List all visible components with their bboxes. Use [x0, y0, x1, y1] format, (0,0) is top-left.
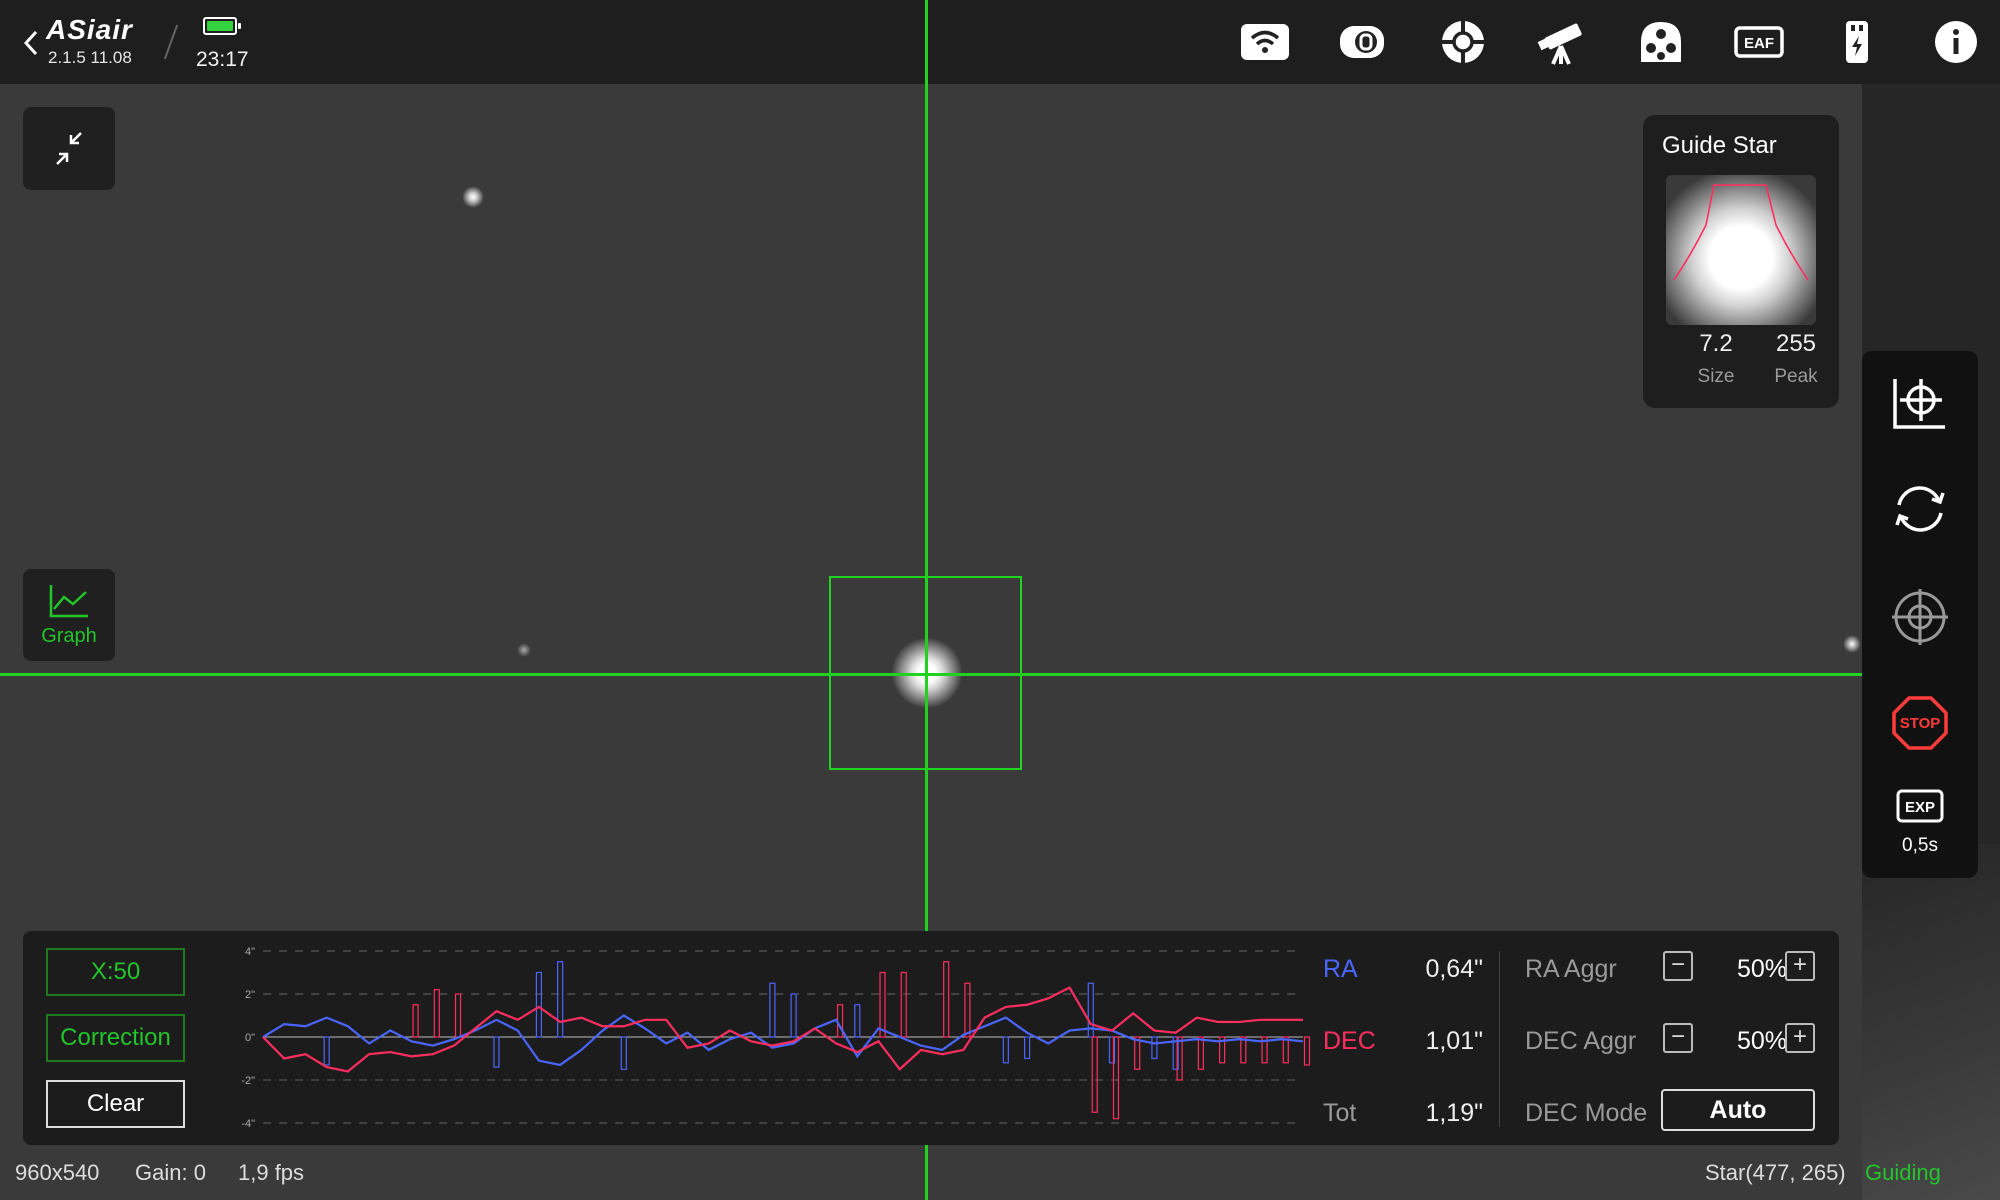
guide-graph-panel: X:50 Correction Clear 4" 2" 0" -2" -4" RA 0,…: [23, 931, 1839, 1145]
guide-star-panel: Guide Star 7.2 255 Size Peak: [1643, 115, 1839, 408]
graph-button[interactable]: Graph: [23, 569, 115, 661]
dec-correction-bar: [454, 993, 462, 1038]
focuser-icon[interactable]: EAF: [1733, 16, 1785, 68]
stop-label: STOP: [1900, 715, 1941, 732]
star-peak-value: 255: [1775, 330, 1817, 357]
gain-readout: Gain: 0: [135, 1160, 206, 1185]
ra-line: [262, 1014, 1304, 1067]
divider: [1499, 951, 1500, 1127]
telescope-icon[interactable]: [1535, 16, 1587, 68]
stop-icon[interactable]: STOP: [1890, 693, 1950, 753]
loop-icon[interactable]: [1890, 479, 1950, 539]
top-bar: ASiair 2.1.5 11.08 23:17 EAF: [0, 0, 2000, 84]
dec-line: [262, 986, 1303, 1073]
resolution-readout: 960x540: [15, 1160, 100, 1185]
total-label: Tot: [1323, 1099, 1357, 1127]
guide-star-image: [1666, 175, 1816, 325]
dec-value: 1,01": [1425, 1027, 1483, 1055]
dec-label: DEC: [1323, 1027, 1376, 1055]
storage-icon[interactable]: [1831, 16, 1883, 68]
ra-aggr-label: RA Aggr: [1525, 955, 1617, 983]
clear-button[interactable]: Clear: [46, 1080, 185, 1128]
dec-correction-bar: [879, 971, 886, 1038]
star: [462, 186, 484, 208]
dec-correction-bar: [1303, 1036, 1311, 1066]
ra-label: RA: [1323, 955, 1358, 983]
dec-correction-bar: [1134, 1036, 1141, 1070]
ra-correction-bar: [769, 982, 776, 1038]
dec-correction-bar: [964, 982, 971, 1038]
star-peak-label: Peak: [1774, 366, 1818, 387]
guide-graph: 4" 2" 0" -2" -4": [241, 946, 1311, 1130]
dec-mode-select[interactable]: Auto: [1661, 1089, 1815, 1131]
wifi-icon[interactable]: [1239, 16, 1291, 68]
dec-aggr-decrease-button[interactable]: −: [1663, 1023, 1693, 1053]
shrink-view-button[interactable]: [23, 107, 115, 190]
y-tick-label: 0": [245, 1032, 255, 1044]
ra-aggr-decrease-button[interactable]: −: [1663, 951, 1693, 981]
dec-aggr-increase-button[interactable]: +: [1785, 1023, 1815, 1053]
ra-correction-bar: [557, 961, 564, 1038]
exposure-value[interactable]: 0,5s: [1862, 835, 1978, 857]
star-size-value: 7.2: [1699, 330, 1733, 357]
ra-correction-bar: [323, 1036, 330, 1066]
info-icon[interactable]: [1930, 16, 1982, 68]
star: [517, 643, 531, 657]
graph-label: Graph: [41, 624, 97, 647]
dec-mode-label: DEC Mode: [1525, 1099, 1648, 1127]
dec-correction-bar: [1240, 1036, 1247, 1064]
ra-correction-bar: [1151, 1036, 1158, 1060]
correction-toggle[interactable]: Correction: [46, 1014, 185, 1062]
ra-correction-bar: [620, 1036, 627, 1070]
dec-correction-bar: [1282, 1036, 1289, 1064]
divider: [163, 24, 179, 60]
y-tick-label: -2": [241, 1075, 255, 1087]
star-position-readout: Star(477, 265): [1705, 1160, 1846, 1185]
back-icon[interactable]: [18, 26, 46, 60]
ra-correction-bar: [854, 1004, 861, 1038]
clock: 23:17: [196, 48, 249, 71]
ra-correction-bar: [1023, 1036, 1031, 1060]
y-tick-label: -4": [241, 1118, 255, 1130]
select-star-icon[interactable]: [1890, 373, 1950, 433]
ra-correction-bar: [790, 993, 797, 1038]
dec-correction-bar: [412, 1004, 419, 1038]
exposure-icon[interactable]: EXP: [1890, 783, 1950, 843]
dec-correction-bar: [1091, 1036, 1098, 1113]
dec-correction-bar: [943, 961, 950, 1038]
exposure-label: EXP: [1905, 799, 1935, 816]
camera-icon[interactable]: [1336, 16, 1388, 68]
app-logo: ASiair: [46, 14, 133, 45]
graph-icon: [49, 584, 88, 617]
dec-correction-bar: [900, 971, 907, 1038]
star: [1843, 635, 1861, 653]
battery-icon: [203, 17, 241, 35]
ra-correction-bar: [493, 1036, 500, 1068]
calibrate-target-icon[interactable]: [1890, 587, 1950, 647]
guide-camera-icon[interactable]: [1437, 16, 1489, 68]
y-tick-label: 4": [245, 946, 255, 958]
shrink-icon: [56, 132, 82, 165]
filter-wheel-icon[interactable]: [1635, 16, 1687, 68]
y-tick-label: 2": [245, 989, 255, 1001]
star-size-label: Size: [1697, 366, 1735, 387]
total-value: 1,19": [1425, 1099, 1483, 1127]
guide-star-title: Guide Star: [1662, 132, 1777, 159]
dec-correction-bar: [433, 989, 440, 1038]
guide-tools: STOP EXP 0,5s: [1862, 351, 1978, 878]
dec-correction-bar: [1197, 1036, 1204, 1070]
crosshair-horizontal: [0, 673, 1862, 676]
app-version: 2.1.5 11.08: [48, 48, 132, 67]
ra-value: 0,64": [1425, 955, 1483, 983]
fps-readout: 1,9 fps: [238, 1160, 305, 1185]
ra-correction-bar: [535, 971, 543, 1038]
ra-aggr-increase-button[interactable]: +: [1785, 951, 1815, 981]
x-scale-button[interactable]: X:50: [46, 948, 185, 996]
guiding-status: Guiding: [1865, 1160, 1941, 1185]
dec-correction-bar: [836, 1004, 844, 1038]
focuser-label: EAF: [1744, 35, 1774, 52]
dec-aggr-label: DEC Aggr: [1525, 1027, 1637, 1055]
ra-correction-bar: [1002, 1036, 1009, 1064]
